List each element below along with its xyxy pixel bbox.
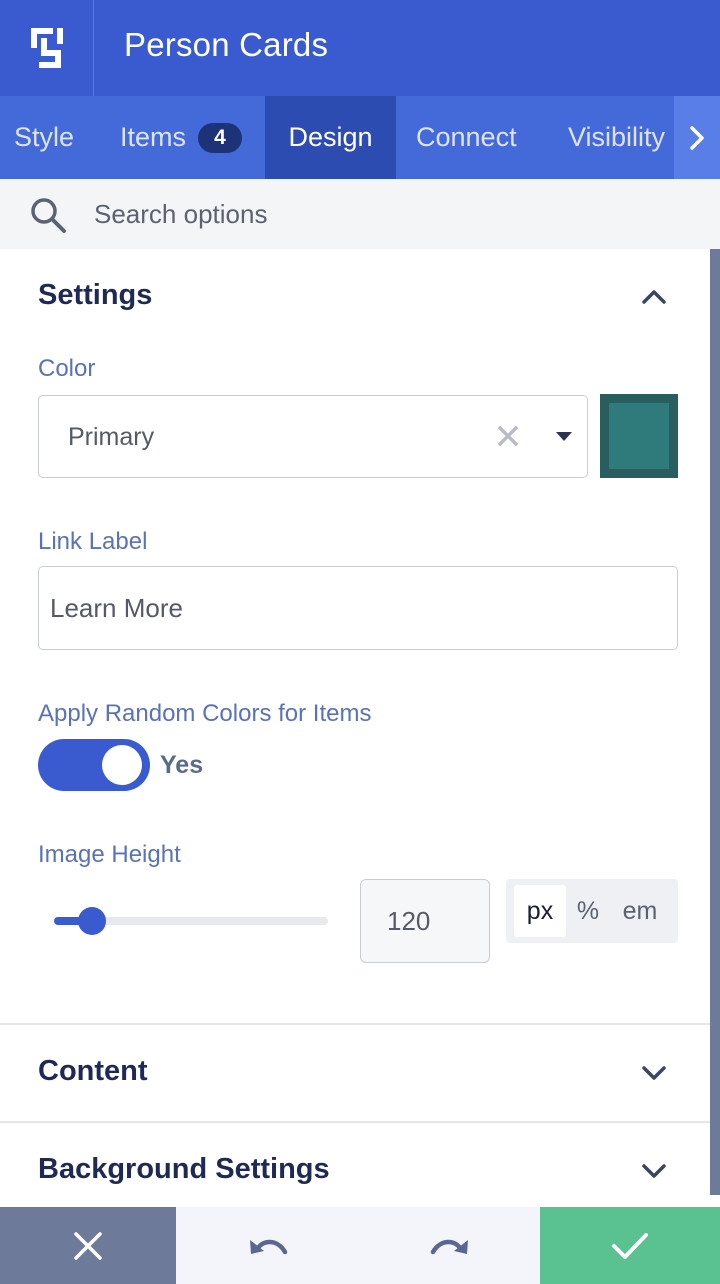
settings-section-title[interactable]: Settings	[38, 279, 152, 312]
content-section-title[interactable]: Content	[38, 1055, 148, 1088]
logo-button[interactable]	[0, 0, 94, 96]
search-input[interactable]	[94, 193, 674, 235]
link-label-input[interactable]	[38, 566, 678, 650]
clear-icon[interactable]	[497, 425, 519, 447]
unit-px-button[interactable]: px	[514, 885, 566, 937]
chevron-up-icon[interactable]	[640, 286, 668, 306]
color-swatch-preview	[609, 403, 669, 469]
background-settings-section-title[interactable]: Background Settings	[38, 1153, 330, 1186]
image-height-input[interactable]	[360, 879, 490, 963]
tab-bar: Style Items 4 Design Connect Visibility	[0, 96, 720, 179]
check-icon	[612, 1232, 648, 1259]
chevron-down-icon[interactable]	[640, 1161, 668, 1181]
app-header: Person Cards	[0, 0, 720, 96]
items-count-badge: 4	[198, 122, 243, 153]
redo-button[interactable]	[426, 1225, 474, 1269]
panel-scrollbar[interactable]	[710, 249, 720, 1195]
color-select[interactable]: Primary	[38, 395, 588, 478]
save-button[interactable]	[540, 1207, 720, 1284]
section-divider	[0, 1023, 710, 1025]
color-label: Color	[38, 355, 96, 382]
caret-down-icon[interactable]	[556, 432, 572, 441]
unit-selector: px % em	[506, 879, 678, 943]
image-height-label: Image Height	[38, 841, 181, 868]
random-colors-label: Apply Random Colors for Items	[38, 700, 372, 727]
color-swatch-button[interactable]	[600, 394, 678, 478]
undo-icon	[250, 1239, 288, 1255]
tab-connect[interactable]: Connect	[416, 96, 517, 179]
search-bar	[0, 179, 720, 249]
tabs-scroll-right-button[interactable]	[674, 96, 720, 179]
tab-items[interactable]: Items 4	[120, 96, 243, 179]
tab-style[interactable]: Style	[14, 96, 74, 179]
unit-em-button[interactable]: em	[612, 885, 668, 937]
tab-visibility[interactable]: Visibility	[568, 96, 665, 179]
chevron-down-icon[interactable]	[640, 1063, 668, 1083]
tab-design-label: Design	[288, 122, 373, 152]
random-colors-toggle[interactable]	[38, 739, 150, 791]
tab-style-label: Style	[14, 122, 75, 152]
close-icon	[74, 1231, 102, 1260]
page-title: Person Cards	[124, 26, 329, 63]
redo-icon	[430, 1239, 468, 1255]
action-bar	[0, 1207, 720, 1284]
tab-visibility-label: Visibility	[568, 122, 666, 152]
tab-connect-label: Connect	[416, 122, 517, 152]
image-height-slider-thumb[interactable]	[78, 907, 107, 935]
unit-percent-button[interactable]: %	[568, 885, 608, 937]
builder-logo-icon	[30, 28, 63, 68]
undo-button[interactable]	[244, 1225, 292, 1269]
search-icon	[31, 198, 66, 233]
cancel-button[interactable]	[0, 1207, 176, 1284]
chevron-right-icon	[690, 125, 704, 150]
toggle-knob	[102, 745, 142, 785]
tab-items-label: Items	[120, 122, 187, 152]
random-colors-state: Yes	[160, 751, 204, 779]
color-select-value: Primary	[68, 423, 155, 451]
tab-design[interactable]: Design	[265, 96, 396, 179]
section-divider	[0, 1121, 710, 1123]
link-label-label: Link Label	[38, 528, 148, 555]
history-controls	[176, 1207, 540, 1284]
